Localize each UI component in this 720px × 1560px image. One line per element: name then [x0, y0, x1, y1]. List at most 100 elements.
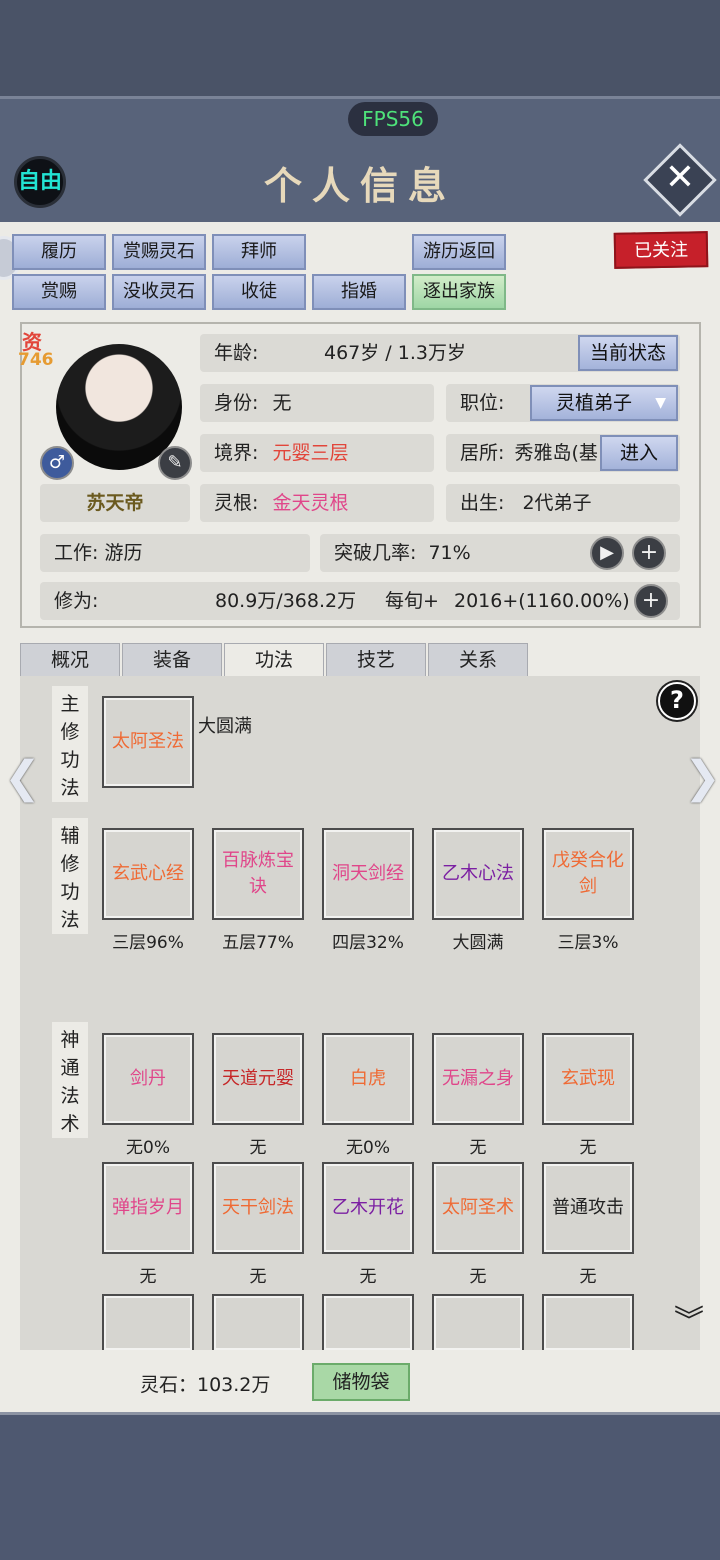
plus-icon[interactable]: +	[632, 536, 666, 570]
enter-button[interactable]: 进入	[600, 435, 678, 471]
empty-slot[interactable]	[432, 1294, 524, 1350]
arrow-left-icon[interactable]: ❮	[4, 752, 41, 803]
magic-technique-slot[interactable]: 无漏之身	[432, 1033, 524, 1125]
cultivation-plus-icon[interactable]: +	[634, 584, 668, 618]
root-label: 灵根:	[214, 492, 259, 514]
position-label: 职位:	[460, 392, 505, 414]
residence-value: 秀雅岛(基	[514, 442, 598, 464]
magic-technique-level: 无	[579, 1138, 597, 1158]
magic-technique-slot[interactable]: 天干剑法	[212, 1162, 304, 1254]
tab-skills[interactable]: 技艺	[326, 643, 426, 677]
cultivation-value: 80.9万/368.2万	[215, 590, 357, 612]
spirit-stone-count: 灵石：103.2万	[140, 1374, 271, 1396]
empty-slot[interactable]	[542, 1294, 634, 1350]
history-button[interactable]: 履历	[12, 234, 106, 270]
main-technique-slot[interactable]: 太阿圣法	[102, 696, 194, 788]
position-value: 灵植弟子	[556, 392, 633, 414]
aux-technique-slot[interactable]: 乙木心法	[432, 828, 524, 920]
magic-technique-level: 无	[579, 1267, 597, 1287]
per-turn-label: 每旬+	[385, 590, 439, 612]
age-label: 年龄:	[214, 342, 259, 364]
residence-label: 居所:	[460, 442, 505, 464]
magic-technique-level: 无0%	[346, 1138, 390, 1158]
follow-badge[interactable]: 已关注	[613, 231, 709, 269]
tab-equipment[interactable]: 装备	[122, 643, 222, 677]
magic-technique-slot[interactable]: 弹指岁月	[102, 1162, 194, 1254]
fps-counter: FPS56	[348, 102, 438, 136]
reward-button[interactable]: 赏赐	[12, 274, 106, 310]
empty-slot[interactable]	[102, 1294, 194, 1350]
root-row: 灵根: 金天灵根	[200, 484, 434, 522]
scroll-down-icon[interactable]: ︾	[674, 1296, 704, 1340]
confiscate-stone-button[interactable]: 没收灵石	[112, 274, 206, 310]
magic-technique-slot[interactable]: 剑丹	[102, 1033, 194, 1125]
aux-technique-label: 辅修功法	[52, 818, 88, 934]
current-status-button[interactable]: 当前状态	[578, 335, 678, 371]
age-value: 467岁 / 1.3万岁	[324, 342, 466, 364]
empty-slot[interactable]	[212, 1294, 304, 1350]
aux-technique-level: 大圆满	[452, 933, 504, 953]
aux-technique-slot[interactable]: 戊癸合化剑	[542, 828, 634, 920]
main-technique-level: 大圆满	[198, 716, 252, 737]
chevron-down-icon: ▼	[655, 395, 666, 411]
bottom-bar	[0, 1412, 720, 1560]
arrow-right-icon[interactable]: ❯	[684, 752, 720, 803]
tab-techniques[interactable]: 功法	[224, 643, 324, 677]
edit-icon[interactable]: ✎	[158, 446, 192, 480]
magic-technique-level: 无	[469, 1267, 487, 1287]
main-technique-label: 主修功法	[52, 686, 88, 802]
empty-slot[interactable]	[322, 1294, 414, 1350]
realm-value: 元婴三层	[272, 442, 349, 464]
help-icon[interactable]: ?	[658, 682, 696, 720]
birth-row: 出生: 2代弟子	[446, 484, 680, 522]
magic-technique-level: 无	[469, 1138, 487, 1158]
cultivation-label: 修为:	[54, 590, 99, 612]
magic-technique-level: 无	[139, 1267, 157, 1287]
per-turn-value: 2016+(1160.00%)	[454, 590, 630, 612]
magic-technique-slot[interactable]: 白虎	[322, 1033, 414, 1125]
identity-row: 身份: 无	[200, 384, 434, 422]
identity-label: 身份:	[214, 392, 259, 414]
aux-technique-slot[interactable]: 玄武心经	[102, 828, 194, 920]
birth-label: 出生:	[460, 492, 505, 514]
identity-value: 无	[272, 392, 292, 414]
male-icon: ♂	[40, 446, 74, 480]
aux-technique-slot[interactable]: 洞天剑经	[322, 828, 414, 920]
take-disciple-button[interactable]: 收徒	[212, 274, 306, 310]
work-value: 游历	[104, 542, 143, 564]
aux-technique-level: 四层32%	[332, 933, 404, 953]
magic-technique-slot[interactable]: 玄武现	[542, 1033, 634, 1125]
aux-technique-level: 三层96%	[112, 933, 184, 953]
return-travel-button[interactable]: 游历返回	[412, 234, 506, 270]
position-select[interactable]: 灵植弟子 ▼	[530, 385, 678, 421]
work-label: 工作:	[54, 542, 99, 564]
page-title: 个人信息	[263, 163, 456, 208]
magic-technique-slot[interactable]: 天道元婴	[212, 1033, 304, 1125]
root-value: 金天灵根	[272, 492, 349, 514]
character-name: 苏天帝	[40, 484, 190, 522]
magic-label: 神通法术	[52, 1022, 88, 1138]
magic-technique-slot[interactable]: 太阿圣术	[432, 1162, 524, 1254]
work-row: 工作: 游历	[40, 534, 310, 572]
tab-relations[interactable]: 关系	[428, 643, 528, 677]
apprentice-button[interactable]: 拜师	[212, 234, 306, 270]
close-icon[interactable]: ✕	[654, 152, 706, 204]
breakthrough-label: 突破几率:	[334, 542, 417, 564]
arrange-marriage-button[interactable]: 指婚	[312, 274, 406, 310]
breakthrough-row: 突破几率: 71%	[320, 534, 680, 572]
magic-technique-slot[interactable]: 普通攻击	[542, 1162, 634, 1254]
aux-technique-level: 五层77%	[222, 933, 294, 953]
play-icon[interactable]: ▶	[590, 536, 624, 570]
expel-button[interactable]: 逐出家族	[412, 274, 506, 310]
magic-technique-slot[interactable]: 乙木开花	[322, 1162, 414, 1254]
tab-overview[interactable]: 概况	[20, 643, 120, 677]
cultivation-row: 修为: 80.9万/368.2万 每旬+ 2016+(1160.00%)	[40, 582, 680, 620]
magic-technique-level: 无	[249, 1138, 267, 1158]
reward-stone-button[interactable]: 赏赐灵石	[112, 234, 206, 270]
aux-technique-level: 三层3%	[557, 933, 619, 953]
aptitude-value: 746	[18, 350, 54, 370]
aux-technique-slot[interactable]: 百脉炼宝诀	[212, 828, 304, 920]
realm-label: 境界:	[214, 442, 259, 464]
storage-bag-button[interactable]: 储物袋	[312, 1363, 410, 1401]
magic-technique-level: 无	[359, 1267, 377, 1287]
